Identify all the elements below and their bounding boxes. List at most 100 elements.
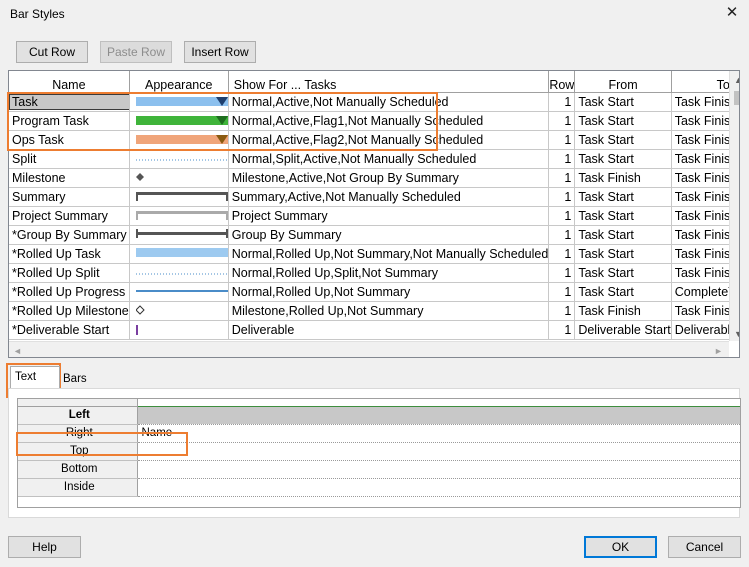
column-header-row[interactable]: Row [548,71,576,93]
table-row[interactable]: *Rolled Up Task Normal,Rolled Up,Not Summ… [9,244,739,264]
horizontal-scrollbar[interactable]: ◄ ► [9,341,729,357]
text-row-left-value[interactable] [137,405,740,425]
cancel-button[interactable]: Cancel [668,536,741,558]
appearance-swatch[interactable] [129,320,229,340]
column-header-show-for[interactable]: Show For ... Tasks [228,71,550,93]
appearance-swatch[interactable] [129,187,229,207]
row-number[interactable]: 1 [548,187,576,207]
bar-style-name[interactable]: Task [9,92,130,112]
row-number[interactable]: 1 [548,263,576,283]
ok-button[interactable]: OK [584,536,657,558]
appearance-swatch[interactable] [129,168,229,188]
row-number[interactable]: 1 [548,149,576,169]
appearance-swatch[interactable] [129,149,229,169]
show-for-tasks[interactable]: Normal,Split,Active,Not Manually Schedul… [228,149,550,169]
show-for-tasks[interactable]: Summary,Active,Not Manually Scheduled [228,187,550,207]
show-for-tasks[interactable]: Normal,Active,Flag2,Not Manually Schedul… [228,130,550,150]
appearance-swatch[interactable] [129,111,229,131]
show-for-tasks[interactable]: Deliverable [228,320,550,340]
bar-style-name[interactable]: Program Task [9,111,130,131]
from-value[interactable]: Task Finish [574,301,672,321]
table-row[interactable]: Milestone Milestone,Active,Not Group By S… [9,168,739,188]
appearance-swatch[interactable] [129,130,229,150]
table-row[interactable]: *Group By Summary Group By Summary 1 Task S… [9,225,739,245]
show-for-tasks[interactable]: Project Summary [228,206,550,226]
column-header-from[interactable]: From [574,71,672,93]
insert-row-button[interactable]: Insert Row [184,41,256,63]
row-number[interactable]: 1 [548,301,576,321]
show-for-tasks[interactable]: Milestone,Active,Not Group By Summary [228,168,550,188]
show-for-tasks[interactable]: Normal,Rolled Up,Not Summary [228,282,550,302]
appearance-swatch[interactable] [129,92,229,112]
bar-style-name[interactable]: *Rolled Up Milestone [9,301,130,321]
row-number[interactable]: 1 [548,225,576,245]
from-value[interactable]: Task Start [574,92,672,112]
paste-row-button[interactable]: Paste Row [100,41,172,63]
from-value[interactable]: Task Start [574,206,672,226]
text-row-inside-value[interactable] [137,478,740,497]
row-number[interactable]: 1 [548,282,576,302]
from-value[interactable]: Task Start [574,244,672,264]
from-value[interactable]: Task Start [574,149,672,169]
row-number[interactable]: 1 [548,244,576,264]
table-row[interactable]: Ops Task Normal,Active,Flag2,Not Manually… [9,130,739,150]
appearance-swatch[interactable] [129,301,229,321]
table-row[interactable]: Project Summary Project Summary 1 Task Star… [9,206,739,226]
column-header-appearance[interactable]: Appearance [129,71,229,93]
bar-style-name[interactable]: Summary [9,187,130,207]
table-row[interactable]: *Deliverable Start Deliverable 1 Deliverabl… [9,320,739,340]
appearance-swatch[interactable] [129,244,229,264]
row-number[interactable]: 1 [548,168,576,188]
table-row[interactable]: Task Normal,Active,Not Manually Scheduled… [9,92,739,112]
table-row[interactable]: *Rolled Up Split Normal,Rolled Up,Split,N… [9,263,739,283]
vertical-scrollbar[interactable]: ▲ ▼ [729,71,739,341]
appearance-swatch[interactable] [129,263,229,283]
show-for-tasks[interactable]: Milestone,Rolled Up,Not Summary [228,301,550,321]
row-number[interactable]: 1 [548,320,576,340]
show-for-tasks[interactable]: Group By Summary [228,225,550,245]
help-button[interactable]: Help [8,536,81,558]
tab-text[interactable]: Text [10,366,60,388]
bar-styles-grid[interactable]: Name Appearance Show For ... Tasks Row F… [8,70,740,358]
text-row-bottom-value[interactable] [137,460,740,479]
row-number[interactable]: 1 [548,111,576,131]
bar-style-name[interactable]: Project Summary [9,206,130,226]
from-value[interactable]: Deliverable Start [574,320,672,340]
bar-style-name[interactable]: Ops Task [9,130,130,150]
show-for-tasks[interactable]: Normal,Active,Not Manually Scheduled [228,92,550,112]
text-row-top-value[interactable] [137,442,740,461]
appearance-swatch[interactable] [129,282,229,302]
bar-style-name[interactable]: *Rolled Up Progress [9,282,130,302]
table-row[interactable]: Program Task Normal,Active,Flag1,Not Manu… [9,111,739,131]
table-row[interactable]: *Rolled Up Progress Normal,Rolled Up,Not … [9,282,739,302]
from-value[interactable]: Task Start [574,111,672,131]
show-for-tasks[interactable]: Normal,Rolled Up,Split,Not Summary [228,263,550,283]
appearance-swatch[interactable] [129,225,229,245]
close-icon[interactable]: ✕ [720,2,744,24]
table-row[interactable]: Summary Summary,Active,Not Manually Sched… [9,187,739,207]
show-for-tasks[interactable]: Normal,Active,Flag1,Not Manually Schedul… [228,111,550,131]
bar-style-name[interactable]: Milestone [9,168,130,188]
row-number[interactable]: 1 [548,130,576,150]
table-row[interactable]: *Rolled Up Milestone Milestone,Rolled Up,… [9,301,739,321]
bar-style-name[interactable]: *Rolled Up Split [9,263,130,283]
bar-style-name[interactable]: Split [9,149,130,169]
text-position-grid[interactable]: Left Right Name Top Bottom Inside [17,398,741,508]
from-value[interactable]: Task Start [574,187,672,207]
cut-row-button[interactable]: Cut Row [16,41,88,63]
from-value[interactable]: Task Start [574,282,672,302]
bar-style-name[interactable]: *Rolled Up Task [9,244,130,264]
from-value[interactable]: Task Start [574,225,672,245]
appearance-swatch[interactable] [129,206,229,226]
row-number[interactable]: 1 [548,92,576,112]
text-row-right-value[interactable]: Name [137,424,740,443]
column-header-name[interactable]: Name [9,71,130,93]
bar-style-name[interactable]: *Deliverable Start [9,320,130,340]
bar-style-name[interactable]: *Group By Summary [9,225,130,245]
table-row[interactable]: Split Normal,Split,Active,Not Manually Sc… [9,149,739,169]
from-value[interactable]: Task Finish [574,168,672,188]
from-value[interactable]: Task Start [574,263,672,283]
row-number[interactable]: 1 [548,206,576,226]
from-value[interactable]: Task Start [574,130,672,150]
show-for-tasks[interactable]: Normal,Rolled Up,Not Summary,Not Manuall… [228,244,550,264]
